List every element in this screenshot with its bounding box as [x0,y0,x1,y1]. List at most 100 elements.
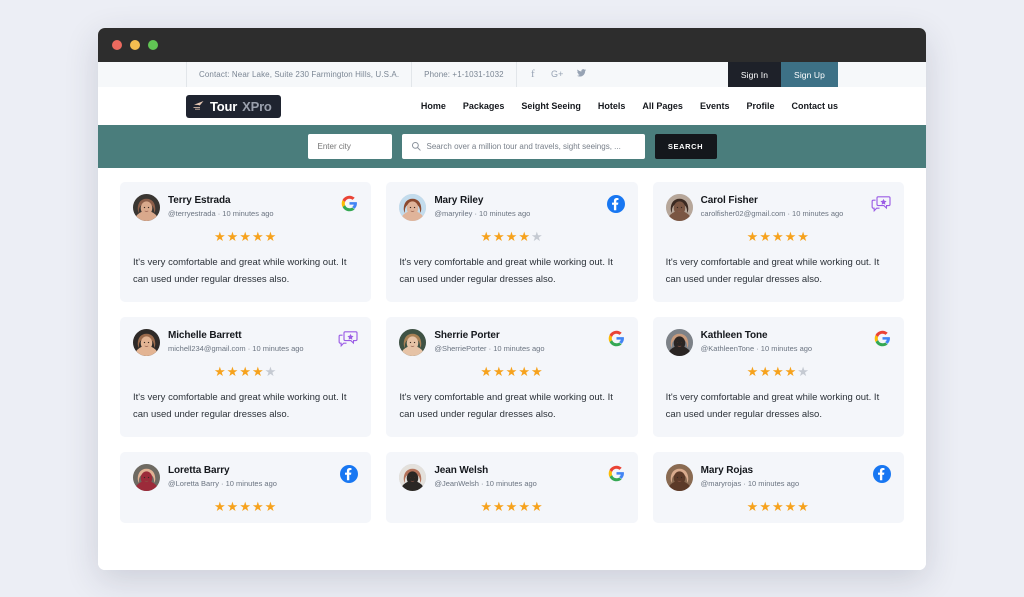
topbar-left-spacer [98,62,186,87]
star-4-icon[interactable]: ★ [252,229,265,244]
review-author-name: Mary Riley [434,195,598,206]
maximize-window-button[interactable] [148,40,158,50]
star-1-icon[interactable]: ★ [214,364,227,379]
review-body: It's very comfortable and great while wo… [666,254,891,288]
nav-link-home[interactable]: Home [421,101,446,111]
star-3-icon[interactable]: ★ [239,364,252,379]
sign-in-button[interactable]: Sign In [728,62,781,87]
review-body: It's very comfortable and great while wo… [666,389,891,423]
star-1-icon[interactable]: ★ [480,364,493,379]
star-4-icon[interactable]: ★ [785,499,798,514]
review-rating: ★★★★★ [133,500,358,513]
star-2-icon[interactable]: ★ [759,364,772,379]
review-badge-icon[interactable] [338,330,358,353]
facebook-icon[interactable] [873,465,891,488]
sign-up-button[interactable]: Sign Up [781,62,838,87]
avatar [399,194,426,221]
avatar [399,329,426,356]
review-badge-icon[interactable] [871,195,891,218]
review-body: It's very comfortable and great while wo… [133,389,358,423]
star-5-icon[interactable]: ★ [797,229,810,244]
star-5-icon[interactable]: ★ [531,229,544,244]
nav-link-all-pages[interactable]: All Pages [642,101,683,111]
star-3-icon[interactable]: ★ [772,229,785,244]
star-5-icon[interactable]: ★ [265,229,278,244]
star-3-icon[interactable]: ★ [506,499,519,514]
city-input[interactable] [308,134,392,159]
star-2-icon[interactable]: ★ [493,229,506,244]
star-5-icon[interactable]: ★ [265,364,278,379]
topbar-filler [601,62,728,87]
star-1-icon[interactable]: ★ [480,499,493,514]
nav-link-seight-seeing[interactable]: Seight Seeing [521,101,581,111]
nav-link-hotels[interactable]: Hotels [598,101,626,111]
close-window-button[interactable] [112,40,122,50]
review-card: Mary Riley@maryriley · 10 minutes ago★★★… [386,182,637,302]
star-4-icon[interactable]: ★ [785,229,798,244]
svg-text:G+: G+ [551,69,563,79]
search-field-wrapper[interactable] [402,134,645,159]
phone-info: Phone: +1-1031-1032 [411,62,516,87]
star-2-icon[interactable]: ★ [227,499,240,514]
star-5-icon[interactable]: ★ [265,499,278,514]
search-band: SEARCH [98,125,926,168]
star-4-icon[interactable]: ★ [518,364,531,379]
facebook-icon[interactable] [607,195,625,218]
avatar [133,194,160,221]
google-plus-icon[interactable]: G+ [551,68,564,82]
twitter-icon[interactable] [576,68,587,81]
avatar [666,464,693,491]
google-icon[interactable] [341,195,358,217]
star-3-icon[interactable]: ★ [239,229,252,244]
minimize-window-button[interactable] [130,40,140,50]
star-2-icon[interactable]: ★ [227,364,240,379]
nav-link-contact-us[interactable]: Contact us [791,101,838,111]
star-3-icon[interactable]: ★ [772,499,785,514]
star-2-icon[interactable]: ★ [493,499,506,514]
star-1-icon[interactable]: ★ [747,229,760,244]
google-icon[interactable] [608,330,625,352]
nav-link-profile[interactable]: Profile [746,101,774,111]
star-1-icon[interactable]: ★ [747,364,760,379]
facebook-icon[interactable]: f [531,68,539,82]
star-4-icon[interactable]: ★ [252,499,265,514]
search-input[interactable] [427,142,636,151]
review-card: Loretta Barry@Loretta Barry · 10 minutes… [120,452,371,523]
review-author-handle: michell234@gmail.com · 10 minutes ago [168,344,330,353]
star-5-icon[interactable]: ★ [531,364,544,379]
search-button[interactable]: SEARCH [655,134,717,159]
reviews-area: Terry Estrada@terryestrada · 10 minutes … [98,168,926,570]
star-1-icon[interactable]: ★ [747,499,760,514]
star-5-icon[interactable]: ★ [531,499,544,514]
review-card: Terry Estrada@terryestrada · 10 minutes … [120,182,371,302]
star-4-icon[interactable]: ★ [785,364,798,379]
review-author-name: Kathleen Tone [701,330,866,341]
star-3-icon[interactable]: ★ [772,364,785,379]
review-author-handle: @KathleenTone · 10 minutes ago [701,344,866,353]
nav-link-packages[interactable]: Packages [463,101,505,111]
google-icon[interactable] [608,465,625,487]
star-2-icon[interactable]: ★ [759,229,772,244]
star-4-icon[interactable]: ★ [518,229,531,244]
star-1-icon[interactable]: ★ [480,229,493,244]
site-logo[interactable]: TourXPro [186,95,281,118]
star-3-icon[interactable]: ★ [506,229,519,244]
star-4-icon[interactable]: ★ [518,499,531,514]
star-2-icon[interactable]: ★ [493,364,506,379]
facebook-icon[interactable] [340,465,358,488]
star-5-icon[interactable]: ★ [797,499,810,514]
review-author-block: Mary Rojas@maryrojas · 10 minutes ago [701,464,865,488]
star-1-icon[interactable]: ★ [214,499,227,514]
review-rating: ★★★★★ [133,365,358,378]
star-4-icon[interactable]: ★ [252,364,265,379]
review-author-block: Kathleen Tone @KathleenTone · 10 minutes … [701,329,866,353]
star-5-icon[interactable]: ★ [797,364,810,379]
star-2-icon[interactable]: ★ [759,499,772,514]
google-icon[interactable] [874,330,891,352]
review-author-block: Carol Fishercarolfisher02@gmail.com · 10… [701,194,863,218]
nav-link-events[interactable]: Events [700,101,730,111]
star-3-icon[interactable]: ★ [506,364,519,379]
star-3-icon[interactable]: ★ [239,499,252,514]
star-1-icon[interactable]: ★ [214,229,227,244]
star-2-icon[interactable]: ★ [227,229,240,244]
